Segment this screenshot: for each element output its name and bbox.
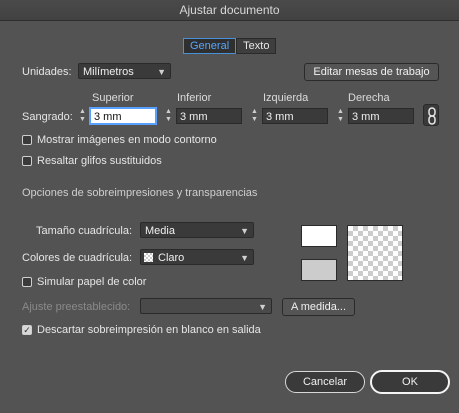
bleed-left-stepper[interactable]: ▲ ▼ [250, 108, 259, 124]
grid-colors-label: Colores de cuadrícula: [22, 252, 133, 264]
cancel-button[interactable]: Cancelar [285, 371, 365, 393]
bleed-top-field[interactable]: 3 mm [90, 108, 156, 124]
edit-artboards-button[interactable]: Editar mesas de trabajo [304, 63, 439, 81]
discard-white-label: Descartar sobreimpresión en blanco en sa… [37, 324, 261, 336]
grid-color-2-swatch[interactable] [301, 259, 337, 281]
preset-dropdown[interactable]: ▼ [140, 298, 272, 314]
bleed-left-header: Izquierda [263, 92, 309, 104]
discard-white-checkbox[interactable]: ✓ [22, 325, 32, 335]
bleed-bottom-field[interactable]: 3 mm [176, 108, 242, 124]
chevron-down-icon: ▼ [258, 302, 267, 312]
chevron-down-icon: ▼ [157, 67, 166, 77]
bleed-left-field[interactable]: 3 mm [262, 108, 328, 124]
bleed-bottom-stepper[interactable]: ▲ ▼ [164, 108, 173, 124]
units-label: Unidades: [22, 66, 72, 78]
grid-size-dropdown[interactable]: Media ▼ [140, 222, 254, 238]
units-dropdown[interactable]: Milímetros ▼ [78, 63, 171, 79]
chevron-down-icon: ▼ [240, 226, 249, 236]
grid-color-swatch-icon [144, 253, 153, 262]
highlight-glyphs-checkbox[interactable] [22, 156, 32, 166]
show-images-outline-label: Mostrar imágenes en modo contorno [37, 134, 217, 146]
units-value: Milímetros [83, 66, 134, 78]
link-icon [428, 107, 436, 125]
window-title: Ajustar documento [0, 0, 459, 21]
grid-preview [347, 225, 403, 281]
bleed-right-header: Derecha [348, 92, 390, 104]
bleed-right-field[interactable]: 3 mm [348, 108, 414, 124]
simulate-paper-checkbox[interactable] [22, 277, 32, 287]
custom-button[interactable]: A medida... [282, 298, 355, 316]
bleed-right-stepper[interactable]: ▲ ▼ [336, 108, 345, 124]
highlight-glyphs-label: Resaltar glifos sustituidos [37, 155, 162, 167]
simulate-paper-label: Simular papel de color [37, 276, 147, 288]
grid-colors-value: Claro [158, 252, 185, 264]
tab-texto[interactable]: Texto [236, 38, 277, 54]
overprint-section-title: Opciones de sobreimpresiones y transpare… [22, 187, 258, 199]
ok-button[interactable]: OK [370, 370, 450, 394]
bleed-top-header: Superior [92, 92, 134, 104]
show-images-outline-checkbox[interactable] [22, 135, 32, 145]
preset-label: Ajuste preestablecido: [22, 301, 131, 313]
grid-color-1-swatch[interactable] [301, 225, 337, 247]
link-bleed-button[interactable] [423, 104, 439, 126]
chevron-down-icon: ▼ [240, 253, 249, 263]
tab-bar: General Texto [183, 38, 277, 54]
bleed-top-stepper[interactable]: ▲ ▼ [78, 108, 87, 124]
grid-colors-dropdown[interactable]: Claro ▼ [140, 249, 254, 265]
bleed-bottom-header: Inferior [177, 92, 212, 104]
grid-size-label: Tamaño cuadrícula: [36, 225, 132, 237]
grid-size-value: Media [145, 225, 175, 237]
bleed-label: Sangrado: [22, 111, 73, 123]
tab-general[interactable]: General [183, 38, 237, 54]
